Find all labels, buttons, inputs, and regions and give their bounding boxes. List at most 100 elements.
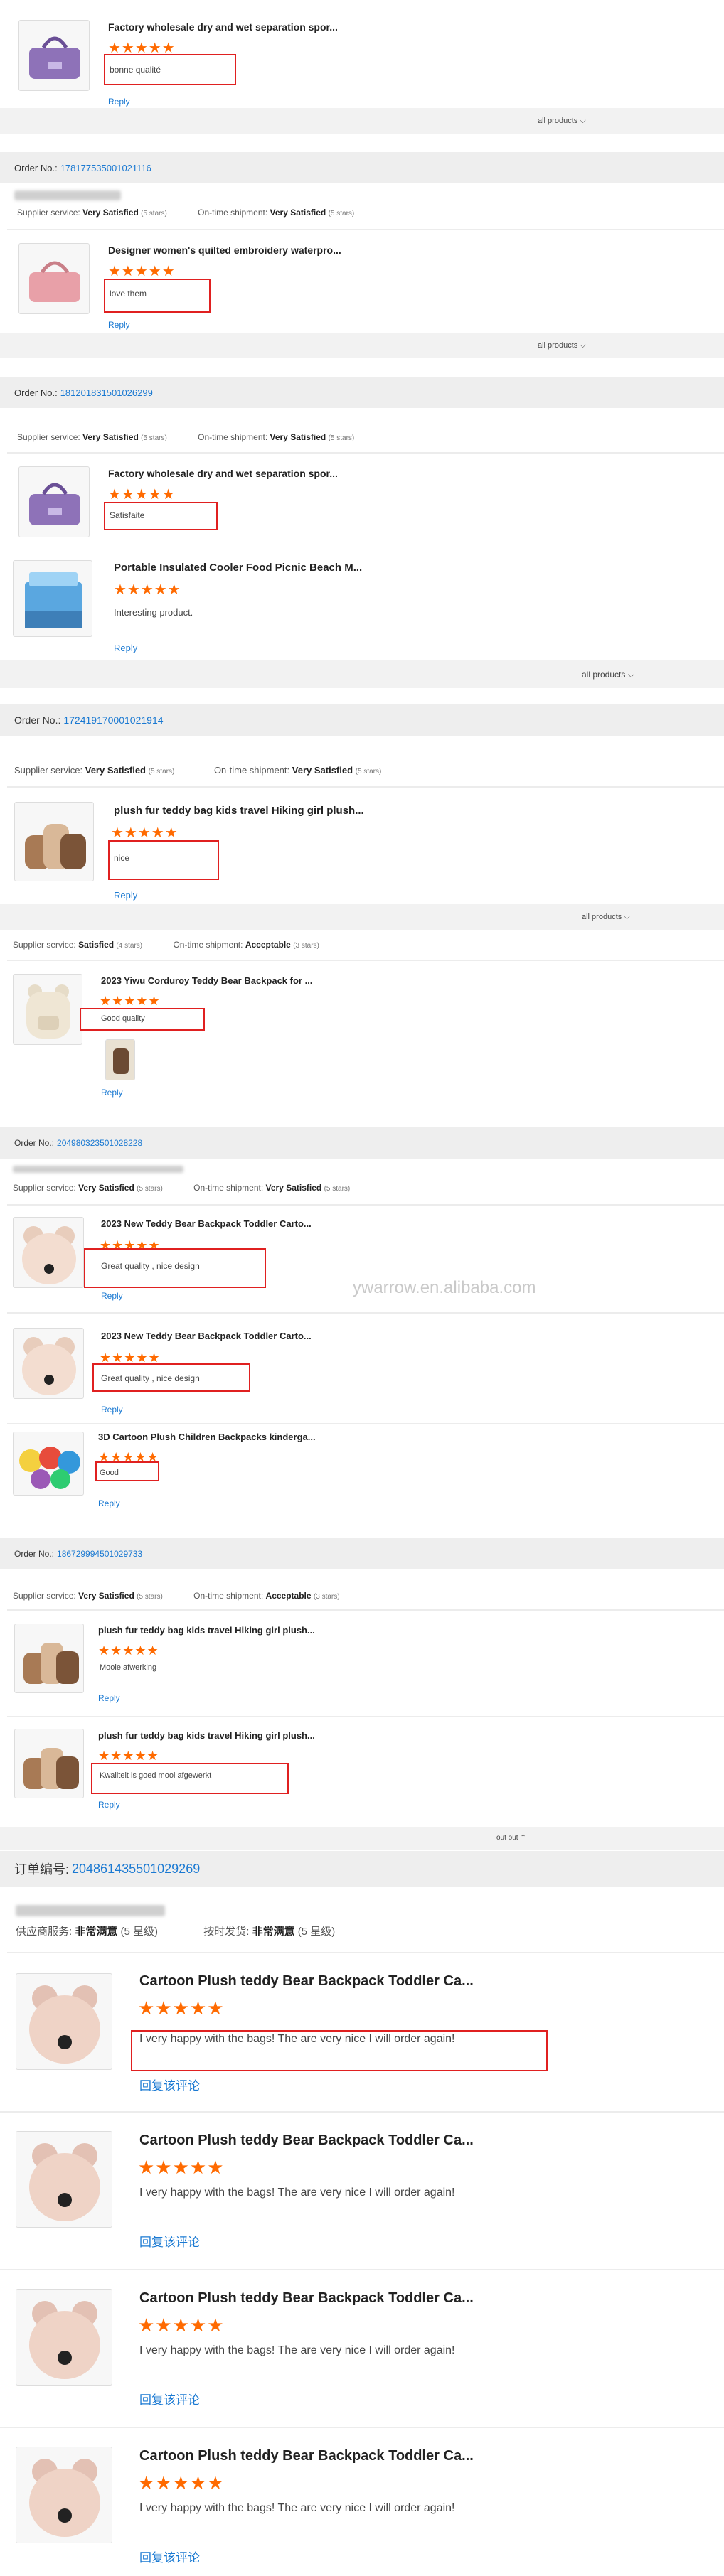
reply-link[interactable]: Reply bbox=[108, 97, 130, 107]
product-thumbnail[interactable] bbox=[13, 1217, 84, 1288]
out-out-toggle[interactable]: out out ⌃ bbox=[496, 1834, 526, 1842]
all-products-toggle[interactable]: all products ⌵ bbox=[538, 341, 586, 350]
review-product-title[interactable]: Designer women's quilted embroidery wate… bbox=[108, 245, 341, 256]
review-product-title[interactable]: plush fur teddy bag kids travel Hiking g… bbox=[98, 1730, 315, 1741]
reply-link[interactable]: Reply bbox=[114, 643, 137, 653]
review-photo[interactable] bbox=[105, 1039, 135, 1080]
review-comment: Great quality , nice design bbox=[101, 1261, 200, 1271]
product-thumbnail[interactable] bbox=[16, 2131, 112, 2228]
all-products-bar bbox=[0, 108, 724, 134]
product-thumbnail[interactable] bbox=[14, 802, 94, 881]
watermark: ywarrow.en.alibaba.com bbox=[353, 1278, 536, 1297]
review-comment: I very happy with the bags! The are very… bbox=[139, 2502, 455, 2514]
order-label: 订单编号: bbox=[14, 1862, 70, 1877]
divider bbox=[7, 452, 724, 454]
order-label: Order No.: bbox=[14, 162, 58, 173]
review-photo-icon bbox=[106, 1040, 134, 1080]
rating-stars: ★★★★★ bbox=[108, 487, 176, 503]
duffel-bag-icon bbox=[29, 483, 80, 525]
review-comment: Great quality , nice design bbox=[101, 1373, 200, 1383]
product-thumbnail[interactable] bbox=[14, 1729, 84, 1798]
order-number[interactable]: 172419170001021914 bbox=[63, 714, 163, 726]
all-products-toggle[interactable]: all products ⌵ bbox=[582, 913, 630, 922]
bear-backpack-icon bbox=[29, 2301, 100, 2379]
order-number[interactable]: 178177535001021116 bbox=[60, 163, 151, 173]
review-product-title[interactable]: Factory wholesale dry and wet separation… bbox=[108, 468, 338, 479]
review-product-title[interactable]: 2023 New Teddy Bear Backpack Toddler Car… bbox=[101, 1218, 312, 1229]
product-thumbnail[interactable] bbox=[13, 560, 92, 637]
reply-link[interactable]: Reply bbox=[101, 1405, 123, 1415]
reply-link[interactable]: Reply bbox=[101, 1088, 123, 1098]
product-thumbnail[interactable] bbox=[14, 1624, 84, 1693]
divider bbox=[7, 1423, 724, 1424]
product-thumbnail[interactable] bbox=[18, 243, 90, 314]
reply-link[interactable]: 回复该评论 bbox=[139, 2390, 200, 2408]
divider bbox=[7, 786, 724, 788]
bear-backpack-icon bbox=[22, 1337, 76, 1395]
product-thumbnail[interactable] bbox=[18, 466, 90, 537]
all-products-bar bbox=[0, 333, 724, 358]
all-products-toggle[interactable]: all products ⌵ bbox=[538, 117, 586, 126]
order-label: Order No.: bbox=[14, 387, 58, 398]
order-number[interactable]: 181201831501026299 bbox=[60, 387, 153, 398]
review-comment: I very happy with the bags! The are very… bbox=[139, 2344, 455, 2356]
product-thumbnail[interactable] bbox=[13, 974, 82, 1045]
review-product-title[interactable]: Cartoon Plush teddy Bear Backpack Toddle… bbox=[139, 2290, 474, 2307]
order-label: Order No.: bbox=[14, 1549, 55, 1559]
product-thumbnail[interactable] bbox=[16, 2447, 112, 2543]
out-out-bar bbox=[0, 1827, 724, 1850]
reply-link[interactable]: Reply bbox=[98, 1800, 120, 1810]
rating-stars: ★★★★★ bbox=[138, 2157, 225, 2178]
corduroy-backpack-icon bbox=[26, 984, 70, 1039]
service-ratings: Supplier service: Very Satisfied (5 star… bbox=[17, 208, 355, 218]
review-product-title[interactable]: 2023 Yiwu Corduroy Teddy Bear Backpack f… bbox=[101, 975, 312, 986]
reply-link[interactable]: Reply bbox=[98, 1498, 120, 1508]
reply-link[interactable]: 回复该评论 bbox=[139, 2076, 200, 2093]
order-header: 订单编号: 204861435501029269 bbox=[0, 1851, 724, 1887]
reply-link[interactable]: 回复该评论 bbox=[139, 2232, 200, 2250]
order-number[interactable]: 204980323501028228 bbox=[57, 1138, 142, 1148]
teddy-bag-icon bbox=[25, 824, 86, 869]
reply-link[interactable]: Reply bbox=[114, 890, 137, 901]
review-product-title[interactable]: plush fur teddy bag kids travel Hiking g… bbox=[98, 1625, 315, 1636]
review-comment: I very happy with the bags! The are very… bbox=[139, 2033, 455, 2045]
divider bbox=[0, 2111, 724, 2113]
rating-stars: ★★★★★ bbox=[98, 1749, 159, 1763]
divider bbox=[7, 1609, 724, 1611]
order-header: Order No.: 178177535001021116 bbox=[0, 152, 724, 183]
review-product-title[interactable]: 3D Cartoon Plush Children Backpacks kind… bbox=[98, 1432, 316, 1442]
review-product-title[interactable]: 2023 New Teddy Bear Backpack Toddler Car… bbox=[101, 1331, 312, 1341]
teddy-bag-icon bbox=[23, 1643, 79, 1684]
order-number[interactable]: 186729994501029733 bbox=[57, 1549, 142, 1559]
review-product-title[interactable]: Cartoon Plush teddy Bear Backpack Toddle… bbox=[139, 1973, 474, 1990]
review-comment: nice bbox=[114, 853, 130, 863]
review-comment: I very happy with the bags! The are very… bbox=[139, 2186, 455, 2199]
product-thumbnail[interactable] bbox=[13, 1432, 84, 1496]
review-comment: Good bbox=[100, 1469, 119, 1477]
reply-link[interactable]: Reply bbox=[98, 1693, 120, 1703]
all-products-toggle[interactable]: all products ⌵ bbox=[582, 670, 634, 680]
tote-bag-icon bbox=[29, 261, 80, 302]
review-product-title[interactable]: Factory wholesale dry and wet separation… bbox=[108, 21, 338, 33]
chevron-down-icon: ⌵ bbox=[580, 341, 586, 350]
product-thumbnail[interactable] bbox=[16, 2289, 112, 2386]
order-number[interactable]: 204861435501029269 bbox=[72, 1862, 200, 1877]
reply-link[interactable]: Reply bbox=[101, 1291, 123, 1301]
review-product-title[interactable]: plush fur teddy bag kids travel Hiking g… bbox=[114, 805, 364, 817]
reply-link[interactable]: Reply bbox=[108, 320, 130, 330]
product-thumbnail[interactable] bbox=[18, 20, 90, 91]
divider bbox=[7, 960, 724, 961]
chevron-down-icon: ⌵ bbox=[580, 117, 586, 125]
plush-backpacks-icon bbox=[19, 1447, 80, 1489]
review-product-title[interactable]: Cartoon Plush teddy Bear Backpack Toddle… bbox=[139, 2448, 474, 2464]
review-product-title[interactable]: Portable Insulated Cooler Food Picnic Be… bbox=[114, 562, 362, 574]
review-product-title[interactable]: Cartoon Plush teddy Bear Backpack Toddle… bbox=[139, 2132, 474, 2149]
product-thumbnail[interactable] bbox=[13, 1328, 84, 1399]
service-ratings: Supplier service: Very Satisfied (5 star… bbox=[17, 432, 355, 442]
product-thumbnail[interactable] bbox=[16, 1973, 112, 2070]
bear-backpack-icon bbox=[29, 2143, 100, 2221]
order-header: Order No.: 186729994501029733 bbox=[0, 1538, 724, 1569]
service-ratings: Supplier service: Satisfied (4 stars) On… bbox=[13, 940, 319, 950]
order-label: Order No.: bbox=[14, 1138, 55, 1148]
reply-link[interactable]: 回复该评论 bbox=[139, 2548, 200, 2565]
